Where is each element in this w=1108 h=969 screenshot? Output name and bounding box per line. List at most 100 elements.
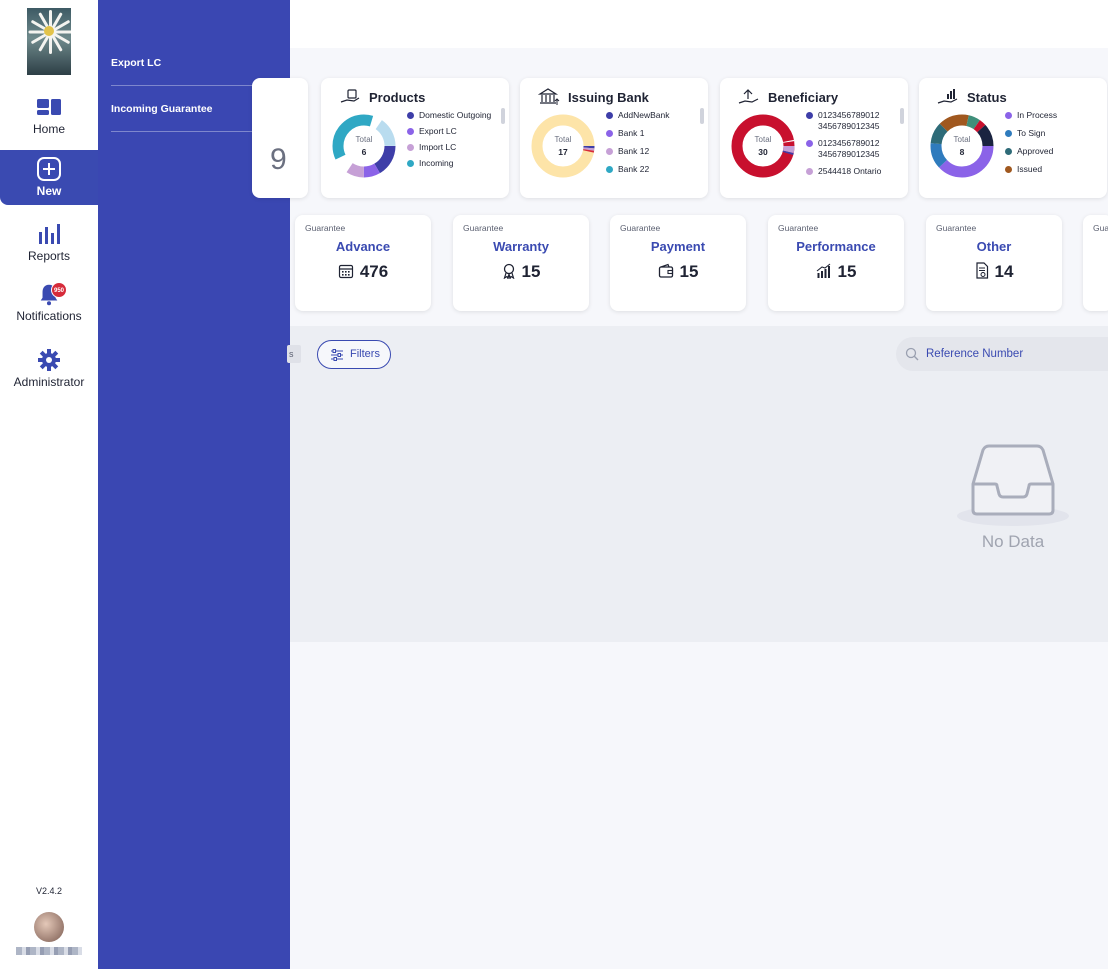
legend-scrollbar[interactable] — [700, 108, 704, 124]
products-donut-chart: Total 6 — [332, 114, 396, 178]
search-placeholder: Reference Number — [926, 348, 1024, 360]
growth-chart-icon — [816, 263, 830, 278]
status-filter-chip-partial[interactable]: s — [287, 345, 301, 363]
legend-item[interactable]: Export LC — [405, 126, 505, 137]
bank-icon — [538, 88, 560, 105]
no-data-message: No Data — [981, 532, 1045, 551]
card-title: Other — [976, 239, 1012, 254]
card-count-row: 15 — [453, 262, 589, 282]
status-donut-chart: Total 8 — [930, 114, 994, 178]
sidebar-item-notifications[interactable]: 950 Notifications — [0, 282, 98, 338]
sidebar-item-label: Reports — [27, 249, 71, 263]
hand-upload-icon — [738, 89, 759, 104]
issuing-bank-legend: AddNewBank Bank 1 Bank 12 Bank 22 — [604, 110, 704, 180]
guarantee-card-performance[interactable]: Guarantee Performance 15 — [768, 215, 904, 311]
legend-scrollbar[interactable] — [900, 108, 904, 124]
sidebar-item-label: Administrator — [13, 375, 85, 389]
legend-item[interactable]: Incoming — [405, 158, 505, 169]
wallet-icon — [658, 263, 673, 278]
legend-item[interactable]: To Sign — [1003, 128, 1103, 139]
flyout-item-incoming-guarantee[interactable]: Incoming Guarantee — [111, 86, 273, 132]
award-icon — [503, 263, 515, 281]
guarantee-card-payment[interactable]: Guarantee Payment 15 — [610, 215, 746, 311]
sidebar-item-reports[interactable]: Reports — [0, 222, 98, 278]
card-title: Status — [967, 90, 1007, 105]
hand-chart-icon — [937, 89, 958, 104]
card-subtitle: Guarantee — [305, 223, 346, 233]
card-title: Payment — [650, 239, 706, 254]
legend-item[interactable]: Issued — [1003, 164, 1103, 175]
legend-item[interactable]: Domestic Outgoing — [405, 110, 505, 121]
card-title: Warranty — [493, 239, 549, 254]
donut-total-label: Total — [356, 135, 373, 144]
card-title: Performance — [796, 239, 876, 254]
status-legend: In Process To Sign Approved Issued — [1003, 110, 1103, 180]
legend-item[interactable]: Bank 22 — [604, 164, 704, 175]
card-title: Advance — [335, 239, 391, 254]
guarantee-card-warranty[interactable]: Guarantee Warranty 15 — [453, 215, 589, 311]
card-count-row: 15 — [768, 262, 904, 282]
card-subtitle: Guarantee — [778, 223, 819, 233]
sidebar-item-label: New — [36, 184, 62, 198]
search-icon — [905, 347, 919, 361]
card-subtitle: Gua — [1093, 223, 1108, 233]
products-legend: Domestic Outgoing Export LC Import LC In… — [405, 110, 505, 174]
card-subtitle: Guarantee — [463, 223, 504, 233]
legend-item[interactable]: 2544418 Ontario — [804, 166, 904, 177]
legend-item[interactable]: Bank 12 — [604, 146, 704, 157]
donut-total-value: 30 — [758, 147, 768, 157]
beneficiary-legend: 0123456789012 3456789012345 012345678901… — [804, 110, 904, 182]
filters-button-label: Filters — [350, 348, 380, 360]
card-count-row: 15 — [610, 262, 746, 282]
legend-item[interactable]: 0123456789012 3456789012345 — [804, 110, 904, 132]
sidebar-item-home[interactable]: Home — [0, 95, 98, 151]
donut-total-label: Total — [555, 135, 572, 144]
notification-count-badge: 950 — [51, 282, 67, 298]
card-subtitle: Guarantee — [620, 223, 661, 233]
legend-item[interactable]: Import LC — [405, 142, 505, 153]
card-count: 15 — [837, 262, 857, 281]
card-count-row: 476 — [295, 262, 431, 282]
card-count: 15 — [521, 262, 541, 281]
user-avatar[interactable] — [34, 912, 64, 942]
plus-circle-icon — [37, 157, 61, 181]
sidebar-item-new[interactable]: New — [0, 150, 98, 205]
left-sidebar: Home New Reports 950 Notifications Admin… — [0, 0, 98, 969]
legend-scrollbar[interactable] — [501, 108, 505, 124]
dashboard-icon — [37, 99, 61, 115]
issuing-bank-chart-card: Issuing Bank Total 17 AddNewBank Bank 1 … — [520, 78, 708, 198]
document-icon — [975, 262, 988, 279]
bar-chart-icon — [39, 224, 60, 244]
donut-total-value: 8 — [960, 147, 965, 157]
flyout-item-export-lc[interactable]: Export LC — [111, 40, 273, 86]
user-name-redacted — [16, 947, 82, 955]
reference-number-search[interactable]: Reference Number — [896, 337, 1108, 371]
donut-total-value: 6 — [362, 147, 367, 157]
card-title: Issuing Bank — [568, 90, 649, 105]
sidebar-item-administrator[interactable]: Administrator — [0, 348, 98, 404]
beneficiary-chart-card: Beneficiary Total 30 0123456789012 34567… — [720, 78, 908, 198]
card-count: 15 — [679, 262, 699, 281]
calendar-icon — [338, 264, 353, 279]
app-version: V2.4.2 — [35, 886, 63, 896]
legend-item[interactable]: 0123456789012 3456789012345 — [804, 138, 904, 160]
legend-item[interactable]: In Process — [1003, 110, 1103, 121]
top-header — [290, 0, 1108, 48]
donut-total-label: Total — [755, 135, 772, 144]
status-chart-card: Status Total 8 In Process To Sign Approv… — [919, 78, 1107, 198]
beneficiary-donut-chart: Total 30 — [731, 114, 795, 178]
guarantee-card-advance[interactable]: Guarantee Advance 476 — [295, 215, 431, 311]
card-count-row: 14 — [926, 262, 1062, 282]
legend-item[interactable]: Approved — [1003, 146, 1103, 157]
donut-total-value: 17 — [558, 147, 568, 157]
company-logo — [27, 8, 71, 75]
legend-item[interactable]: Bank 1 — [604, 128, 704, 139]
guarantee-card-partial[interactable]: Gua — [1083, 215, 1108, 311]
filter-sliders-icon — [331, 349, 343, 361]
legend-item[interactable]: AddNewBank — [604, 110, 704, 121]
guarantee-card-other[interactable]: Guarantee Other 14 — [926, 215, 1062, 311]
empty-inbox-icon — [957, 444, 1069, 526]
gear-icon — [38, 349, 60, 371]
card-title: Beneficiary — [768, 90, 839, 105]
filters-button[interactable]: Filters — [317, 340, 391, 369]
